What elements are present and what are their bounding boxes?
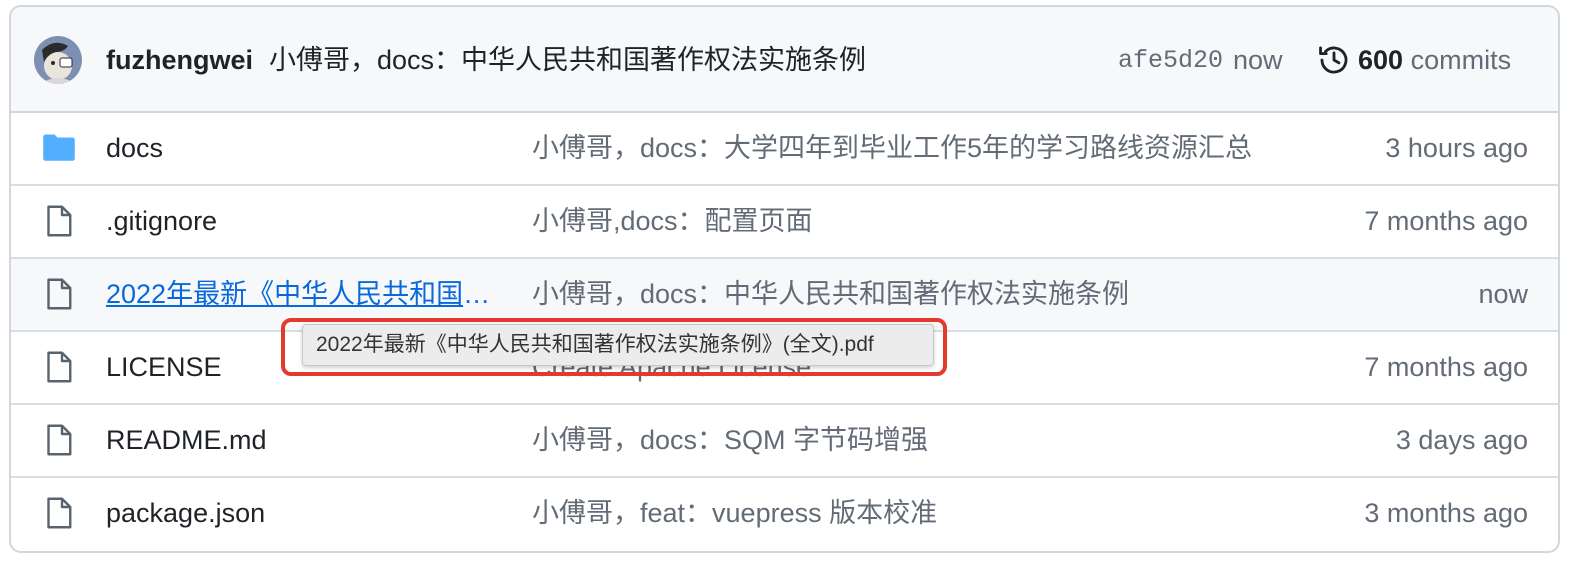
file-icon bbox=[41, 495, 77, 531]
file-commit-message[interactable]: 小傅哥，docs：SQM 字节码增强 bbox=[532, 422, 928, 458]
file-name-link[interactable]: package.json bbox=[106, 495, 265, 531]
file-row[interactable]: docs 小傅哥，docs：大学四年到毕业工作5年的学习路线资源汇总 3 hou… bbox=[11, 113, 1558, 186]
commit-author-link[interactable]: fuzhengwei bbox=[106, 42, 253, 78]
file-age: 3 hours ago bbox=[1385, 133, 1528, 163]
file-age: 3 days ago bbox=[1395, 425, 1528, 455]
latest-commit-bar: fuzhengwei 小傅哥，docs：中华人民共和国著作权法实施条例 afe5… bbox=[11, 7, 1558, 113]
file-name-link[interactable]: .gitignore bbox=[106, 203, 217, 239]
file-icon bbox=[41, 203, 77, 239]
file-row[interactable]: package.json 小傅哥，feat：vuepress 版本校准 3 mo… bbox=[11, 478, 1558, 551]
file-browser: fuzhengwei 小傅哥，docs：中华人民共和国著作权法实施条例 afe5… bbox=[9, 5, 1560, 553]
latest-commit-message[interactable]: 小傅哥，docs：中华人民共和国著作权法实施条例 bbox=[269, 42, 866, 78]
commit-count-label: commits bbox=[1410, 45, 1512, 75]
filename-tooltip: 2022年最新《中华人民共和国著作权法实施条例》(全文).pdf bbox=[302, 324, 934, 366]
folder-icon bbox=[41, 130, 77, 166]
file-commit-message[interactable]: 小傅哥，docs：大学四年到毕业工作5年的学习路线资源汇总 bbox=[532, 130, 1252, 166]
file-age: 3 months ago bbox=[1364, 498, 1528, 528]
file-name-link[interactable]: README.md bbox=[106, 422, 267, 458]
commit-count-link[interactable]: 600 commits bbox=[1358, 42, 1511, 78]
history-icon[interactable] bbox=[1317, 43, 1351, 77]
author-avatar[interactable] bbox=[34, 36, 82, 84]
file-icon bbox=[41, 422, 77, 458]
file-commit-message[interactable]: 小傅哥,docs：配置页面 bbox=[532, 203, 813, 239]
commit-count: 600 bbox=[1358, 45, 1404, 75]
file-age: 7 months ago bbox=[1364, 352, 1528, 382]
file-commit-message[interactable]: 小傅哥，docs：中华人民共和国著作权法实施条例 bbox=[532, 276, 1129, 312]
file-age: now bbox=[1478, 279, 1528, 309]
tooltip-text: 2022年最新《中华人民共和国著作权法实施条例》(全文).pdf bbox=[316, 333, 874, 356]
file-name-link[interactable]: 2022年最新《中华人民共和国著作权法实施条例》(全文).pdf bbox=[106, 276, 506, 312]
file-commit-message[interactable]: 小傅哥，feat：vuepress 版本校准 bbox=[532, 495, 937, 531]
file-row[interactable]: README.md 小傅哥，docs：SQM 字节码增强 3 days ago bbox=[11, 405, 1558, 478]
commit-time: now bbox=[1233, 45, 1283, 75]
file-name-link[interactable]: docs bbox=[106, 130, 163, 166]
commit-sha-link[interactable]: afe5d20 bbox=[1118, 44, 1223, 78]
file-age: 7 months ago bbox=[1364, 206, 1528, 236]
file-icon bbox=[41, 276, 77, 312]
file-name-link[interactable]: LICENSE bbox=[106, 349, 222, 385]
file-icon bbox=[41, 349, 77, 385]
file-row[interactable]: .gitignore 小傅哥,docs：配置页面 7 months ago bbox=[11, 186, 1558, 259]
